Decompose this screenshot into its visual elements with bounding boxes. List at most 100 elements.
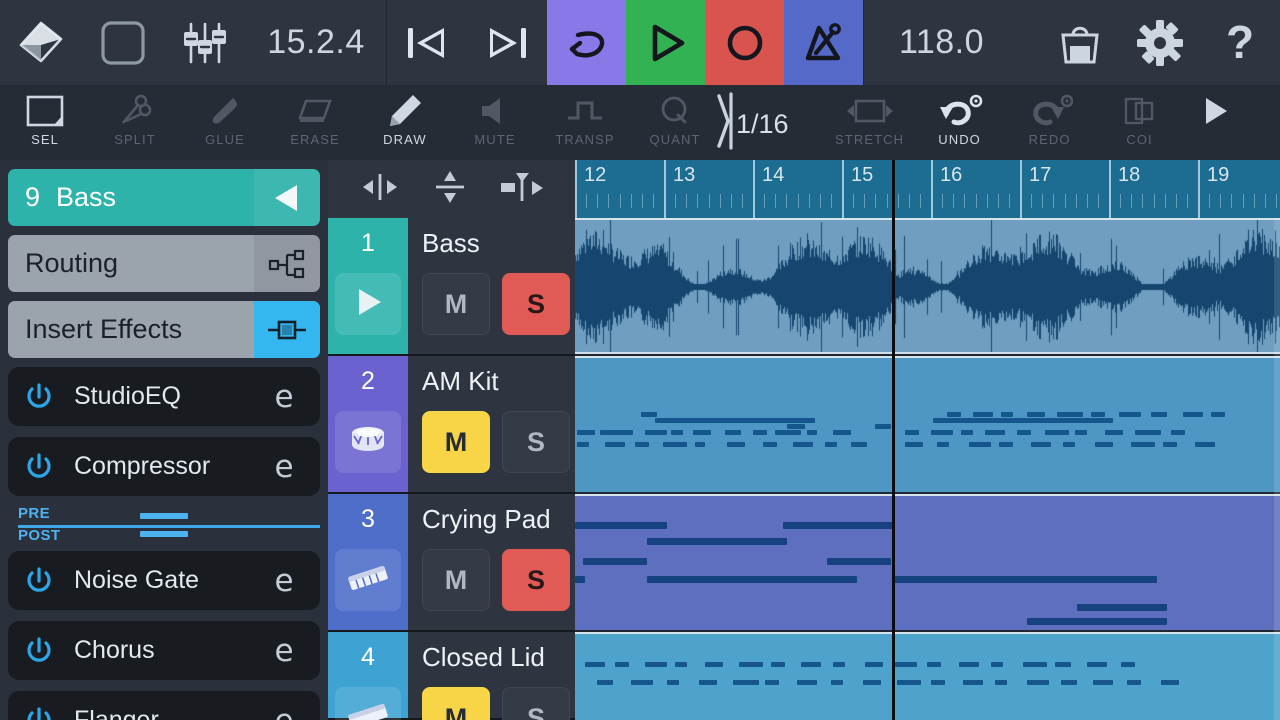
midi-note[interactable] — [825, 442, 837, 447]
midi-note[interactable] — [1017, 430, 1031, 435]
effect-slot-compressor[interactable]: Compressor e — [8, 437, 320, 496]
midi-note[interactable] — [959, 662, 979, 667]
midi-note[interactable] — [947, 412, 961, 417]
midi-note[interactable] — [995, 680, 1007, 685]
tool-transp[interactable]: TRANSP — [540, 85, 630, 160]
midi-note[interactable] — [937, 442, 949, 447]
effect-slot-noise-gate[interactable]: Noise Gate e — [8, 551, 320, 610]
midi-note[interactable] — [1027, 680, 1049, 685]
midi-note[interactable] — [1163, 442, 1177, 447]
midi-note[interactable] — [801, 662, 821, 667]
inspector-routing-row[interactable]: Routing — [8, 235, 320, 292]
midi-note[interactable] — [865, 662, 883, 667]
pre-post-handle-bottom[interactable] — [140, 531, 188, 537]
midi-note[interactable] — [775, 430, 801, 435]
midi-note[interactable] — [1061, 680, 1077, 685]
midi-note[interactable] — [833, 662, 845, 667]
tool-glue[interactable]: GLUE — [180, 85, 270, 160]
shop-bag-icon[interactable] — [1040, 0, 1120, 85]
midi-note[interactable] — [605, 442, 625, 447]
midi-note[interactable] — [1063, 442, 1075, 447]
vertical-scrollbar[interactable] — [1274, 218, 1280, 720]
edit-e-icon[interactable]: e — [264, 703, 304, 720]
midi-note[interactable] — [831, 680, 843, 685]
midi-note[interactable] — [1027, 618, 1167, 625]
midi-note[interactable] — [663, 442, 687, 447]
toolbar-play-button[interactable] — [1185, 85, 1245, 160]
midi-note[interactable] — [699, 680, 717, 685]
play-icon[interactable] — [626, 0, 705, 85]
midi-note[interactable] — [1151, 412, 1167, 417]
tool-comp[interactable]: COI — [1095, 85, 1185, 160]
track-type-icon-wrap[interactable] — [335, 549, 401, 611]
track-type-icon-wrap[interactable] — [335, 273, 401, 335]
midi-note[interactable] — [961, 430, 973, 435]
arrange-view[interactable]: 1213141516171819 — [575, 160, 1280, 720]
midi-note[interactable] — [1127, 680, 1141, 685]
table-row[interactable]: 3 Crying Pad M S — [328, 494, 575, 632]
pre-post-divider[interactable]: PRE POST — [8, 503, 320, 549]
mute-button[interactable]: M — [422, 411, 490, 473]
midi-note[interactable] — [575, 522, 667, 529]
midi-note[interactable] — [1183, 412, 1203, 417]
midi-note[interactable] — [647, 576, 857, 583]
track-name[interactable]: AM Kit — [408, 356, 575, 406]
midi-note[interactable] — [1135, 430, 1161, 435]
midi-note[interactable] — [733, 680, 759, 685]
position-display[interactable]: 15.2.4 — [246, 0, 386, 85]
edit-e-icon[interactable]: e — [264, 633, 304, 669]
tool-draw[interactable]: DRAW — [360, 85, 450, 160]
back-triangle-icon[interactable] — [254, 169, 320, 226]
midi-note[interactable] — [647, 538, 787, 545]
question-mark-icon[interactable]: ? — [1200, 0, 1280, 85]
midi-note[interactable] — [695, 442, 705, 447]
power-icon[interactable] — [24, 566, 58, 596]
midi-note[interactable] — [1105, 430, 1123, 435]
midi-note[interactable] — [623, 430, 633, 435]
midi-note[interactable] — [931, 680, 945, 685]
midi-note[interactable] — [927, 662, 941, 667]
midi-note[interactable] — [655, 418, 815, 423]
midi-note[interactable] — [739, 662, 763, 667]
solo-button[interactable]: S — [502, 687, 570, 720]
midi-note[interactable] — [693, 430, 711, 435]
midi-note[interactable] — [895, 662, 917, 667]
midi-note[interactable] — [999, 442, 1013, 447]
power-icon[interactable] — [24, 452, 58, 482]
midi-note[interactable] — [1171, 430, 1185, 435]
midi-note[interactable] — [807, 430, 817, 435]
midi-note[interactable] — [583, 558, 647, 565]
gear-icon[interactable] — [1120, 0, 1200, 85]
midi-note[interactable] — [1031, 442, 1051, 447]
midi-note[interactable] — [969, 442, 991, 447]
stop-square-icon[interactable] — [82, 0, 164, 85]
midi-note[interactable] — [827, 522, 893, 529]
midi-note[interactable] — [1027, 576, 1157, 583]
midi-note[interactable] — [1075, 430, 1087, 435]
midi-note[interactable] — [1055, 662, 1071, 667]
midi-note[interactable] — [1119, 412, 1141, 417]
track-height-icon[interactable] — [496, 169, 548, 210]
midi-note[interactable] — [1095, 442, 1113, 447]
effect-slot-flanger[interactable]: Flanger e — [8, 691, 320, 720]
cube-logo-icon[interactable] — [0, 0, 82, 85]
tool-redo[interactable]: REDO — [1005, 85, 1095, 160]
insert-slot-icon[interactable] — [254, 301, 320, 358]
midi-note[interactable] — [771, 662, 785, 667]
effect-slot-chorus[interactable]: Chorus e — [8, 621, 320, 680]
midi-note[interactable] — [705, 662, 723, 667]
midi-note[interactable] — [1045, 430, 1069, 435]
tool-erase[interactable]: ERASE — [270, 85, 360, 160]
solo-button[interactable]: S — [502, 273, 570, 335]
midi-note[interactable] — [641, 412, 657, 417]
inspector-insert-effects-row[interactable]: Insert Effects — [8, 301, 320, 358]
loop-icon[interactable] — [547, 0, 626, 85]
midi-note[interactable] — [863, 680, 881, 685]
midi-note[interactable] — [763, 442, 777, 447]
playhead[interactable] — [892, 160, 895, 720]
midi-note[interactable] — [1195, 442, 1215, 447]
midi-note[interactable] — [933, 418, 1113, 423]
audio-clip[interactable] — [895, 218, 1280, 354]
tempo-display[interactable]: 118.0 — [864, 0, 1019, 85]
power-icon[interactable] — [24, 706, 58, 720]
